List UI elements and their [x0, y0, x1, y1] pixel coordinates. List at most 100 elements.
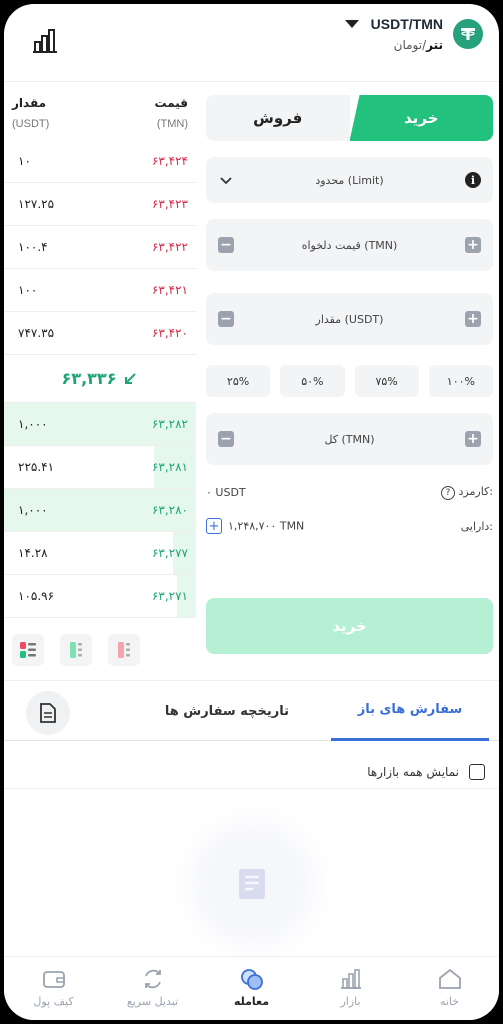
minus-icon[interactable]: −	[218, 237, 234, 253]
row-amount: ۱۰	[18, 154, 31, 168]
fee-label: کارمزد:	[458, 485, 493, 498]
percent-buttons: ۲۵% ۵۰% ۷۵% ۱۰۰%	[206, 365, 493, 397]
row-amount: ۷۴۷.۳۵	[18, 326, 55, 340]
row-amount: ۱۰۵.۹۶	[18, 589, 55, 603]
total-input[interactable]: − کل (TMN) +	[206, 413, 493, 465]
all-markets-checkbox[interactable]	[469, 763, 485, 780]
minus-icon[interactable]: −	[218, 311, 234, 327]
tab-order-history[interactable]: تاریخچه سفارش ها	[165, 681, 289, 741]
tether-icon	[453, 19, 483, 49]
view-bids-icon[interactable]	[60, 634, 92, 666]
empty-orders-icon	[211, 842, 295, 926]
app-screen: USDT/TMN تتر/تومان مقدار قیمت (USDT) (TM…	[4, 4, 499, 1020]
row-price: ۶۳,۴۲۴	[151, 154, 188, 168]
market-icon	[340, 969, 361, 989]
amount-input-label: مقدار (USDT)	[315, 312, 384, 326]
book-row-bid[interactable]: ۱,۰۰۰ ۶۳,۲۸۰	[4, 489, 196, 532]
amount-unit: (USDT)	[12, 118, 50, 130]
trade-form: فروش خرید محدود (Limit) i − قیمت دلخواه …	[206, 95, 493, 534]
row-amount: ۱,۰۰۰	[18, 503, 48, 517]
pair-symbol: USDT/TMN	[370, 16, 443, 32]
price-input[interactable]: − قیمت دلخواه (TMN) +	[206, 219, 493, 271]
row-price: ۶۳,۴۲۲	[151, 240, 188, 254]
percent-25-button[interactable]: ۲۵%	[206, 365, 271, 397]
plus-icon[interactable]: +	[465, 237, 481, 253]
order-type-value: محدود (Limit)	[315, 173, 384, 187]
amount-header: مقدار	[12, 96, 47, 110]
nav-swap[interactable]: تبدیل سریع	[103, 957, 202, 1020]
row-price: ۶۳,۲۸۲	[151, 417, 188, 431]
trade-icon	[240, 969, 263, 990]
tab-buy[interactable]: خرید	[349, 95, 493, 141]
buy-submit-button[interactable]: خرید	[206, 598, 493, 654]
asset-value: ۱,۲۴۸,۷۰۰ TMN	[228, 519, 305, 533]
book-row-ask[interactable]: ۱۲۷.۲۵ ۶۳,۴۲۳	[4, 183, 196, 226]
nav-home[interactable]: خانه	[400, 957, 499, 1020]
book-row-ask[interactable]: ۱۰ ۶۳,۴۲۴	[4, 140, 196, 183]
minus-icon[interactable]: −	[218, 431, 234, 447]
info-icon[interactable]: i	[465, 172, 481, 188]
ask-list: ۱۰ ۶۳,۴۲۴ ۱۲۷.۲۵ ۶۳,۴۲۳ ۱۰۰.۴ ۶۳,۴۲۲ ۱۰۰ ۶۳,۴۲۱…	[4, 140, 196, 355]
home-icon	[438, 968, 461, 989]
plus-icon[interactable]: +	[464, 431, 481, 447]
book-row-bid[interactable]: ۱۴.۲۸ ۶۳,۲۷۷	[4, 532, 196, 575]
header: USDT/TMN تتر/تومان	[4, 4, 499, 82]
nav-wallet[interactable]: کیف پول	[4, 957, 103, 1020]
row-amount: ۲۲۵.۴۱	[18, 460, 55, 474]
total-input-label: کل (TMN)	[324, 432, 375, 446]
row-price: ۶۳,۲۸۱	[151, 460, 188, 474]
bar-chart-icon[interactable]	[30, 26, 60, 56]
order-type-select[interactable]: محدود (Limit) i	[206, 157, 493, 203]
arrow-down-left-icon	[125, 372, 137, 384]
bottom-nav: کیف پول تبدیل سریع معامله بازار خانه	[4, 956, 499, 1020]
percent-75-button[interactable]: ۷۵%	[354, 365, 419, 397]
row-amount: ۱۴.۲۸	[18, 546, 48, 560]
row-amount: ۱۰۰	[18, 283, 38, 297]
wallet-icon	[42, 971, 65, 988]
row-price: ۶۳,۴۲۱	[151, 283, 188, 297]
nav-market[interactable]: بازار	[301, 957, 400, 1020]
book-view-toggle	[4, 618, 196, 666]
row-price: ۶۳,۲۷۱	[151, 589, 188, 603]
book-row-ask[interactable]: ۱۰۰ ۶۳,۴۲۱	[4, 269, 196, 312]
row-amount: ۱۲۷.۲۵	[18, 197, 55, 211]
price-input-label: قیمت دلخواه (TMN)	[301, 238, 398, 252]
last-price: ۶۳,۳۳۶	[4, 355, 196, 403]
book-row-bid[interactable]: ۱,۰۰۰ ۶۳,۲۸۲	[4, 403, 196, 446]
orders-section: تاریخچه سفارش ها سفارش های باز نمایش همه…	[4, 680, 499, 789]
book-row-ask[interactable]: ۱۰۰.۴ ۶۳,۴۲۲	[4, 226, 196, 269]
price-unit: (TMN)	[156, 118, 188, 130]
book-row-bid[interactable]: ۲۲۵.۴۱ ۶۳,۲۸۱	[4, 446, 196, 489]
all-markets-label: نمایش همه بازارها	[367, 764, 459, 779]
amount-input[interactable]: − مقدار (USDT) +	[206, 293, 493, 345]
row-price: ۶۳,۴۲۳	[151, 197, 188, 211]
row-price: ۶۳,۲۸۰	[151, 503, 188, 517]
price-header: قیمت	[154, 96, 188, 110]
book-row-ask[interactable]: ۷۴۷.۳۵ ۶۳,۴۲۰	[4, 312, 196, 355]
asset-label: دارایی:	[460, 519, 493, 533]
all-markets-toggle[interactable]: نمایش همه بازارها	[4, 741, 499, 789]
plus-icon[interactable]: +	[464, 311, 481, 327]
pair-selector[interactable]: USDT/TMN تتر/تومان	[344, 16, 483, 52]
help-icon[interactable]: ?	[441, 486, 456, 500]
percent-100-button[interactable]: ۱۰۰%	[428, 365, 493, 397]
row-amount: ۱۰۰.۴	[18, 240, 48, 254]
book-row-bid[interactable]: ۱۰۵.۹۶ ۶۳,۲۷۱	[4, 575, 196, 618]
asset-row: +۱,۲۴۸,۷۰۰ TMN دارایی:	[206, 518, 493, 534]
fee-value: ۰ USDT	[206, 486, 246, 499]
view-both-icon[interactable]	[12, 634, 44, 666]
pair-subtitle: تتر/تومان	[393, 38, 443, 52]
percent-50-button[interactable]: ۵۰%	[280, 365, 345, 397]
tab-sell[interactable]: فروش	[206, 95, 350, 141]
nav-trade[interactable]: معامله	[202, 957, 301, 1020]
row-price: ۶۳,۴۲۰	[151, 326, 188, 340]
bid-list: ۱,۰۰۰ ۶۳,۲۸۲ ۲۲۵.۴۱ ۶۳,۲۸۱ ۱,۰۰۰ ۶۳,۲۸۰ ۱۴.۲۸ ۶…	[4, 403, 196, 618]
swap-icon	[144, 969, 161, 989]
deposit-plus-icon[interactable]: +	[206, 518, 222, 534]
fee-row: ۰ USDT ? کارمزد:	[206, 485, 493, 500]
tab-open-orders[interactable]: سفارش های باز	[331, 681, 489, 741]
document-icon[interactable]	[26, 691, 70, 735]
view-asks-icon[interactable]	[108, 634, 140, 666]
caret-down-icon	[344, 20, 359, 28]
order-book: مقدار قیمت (USDT) (TMN) ۱۰ ۶۳,۴۲۴ ۱۲۷.۲۵ ۶۳…	[4, 82, 196, 666]
